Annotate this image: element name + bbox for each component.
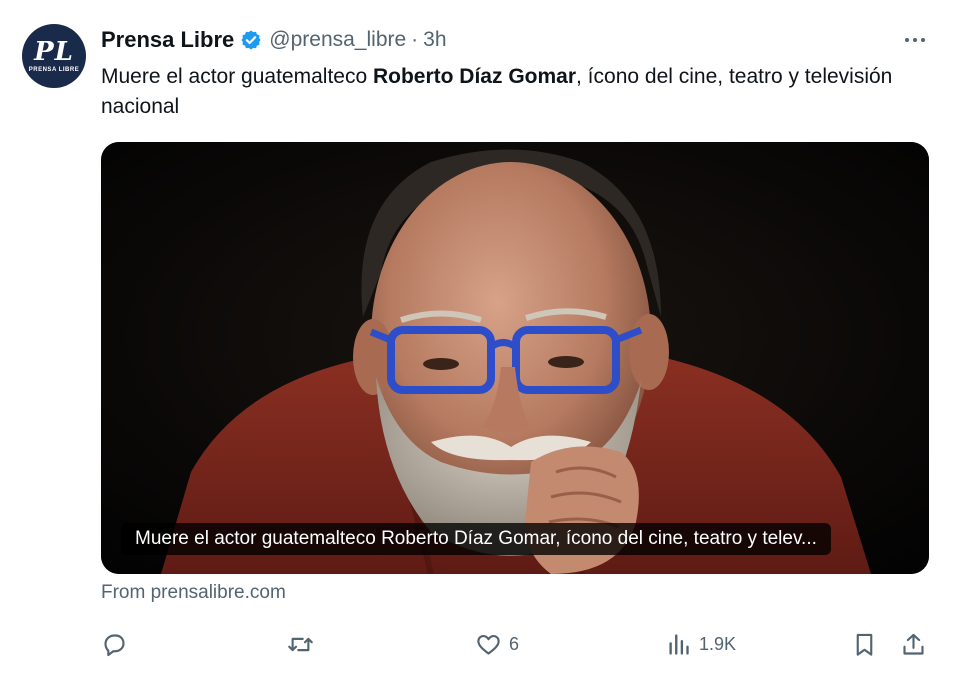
- account-name[interactable]: Prensa Libre: [101, 27, 234, 53]
- bookmark-icon: [856, 633, 873, 656]
- verified-badge-icon[interactable]: [240, 29, 262, 51]
- retweet-icon: [288, 637, 313, 651]
- share-icon: [903, 633, 924, 655]
- link-card-image[interactable]: Muere el actor guatemalteco Roberto Díaz…: [101, 142, 929, 574]
- like-count: 6: [509, 633, 520, 654]
- separator-dot: ·: [411, 28, 419, 51]
- more-options-icon[interactable]: [898, 26, 932, 54]
- avatar-small-text: PRENSA LIBRE: [28, 67, 80, 73]
- tweet-header: Prensa Libre @prensa_libre · 3h: [101, 26, 447, 54]
- action-bar: 6 1.9K: [101, 626, 931, 662]
- bookmark-button[interactable]: [851, 626, 878, 662]
- views-icon: [669, 633, 689, 655]
- tweet-time[interactable]: 3h: [423, 28, 446, 52]
- tweet-card[interactable]: PL PRENSA LIBRE Prensa Libre @prensa_lib…: [0, 0, 960, 693]
- views-button[interactable]: 1.9K: [665, 626, 736, 662]
- reply-icon: [104, 633, 125, 656]
- tweet-text-start: Muere el actor guatemalteco: [101, 65, 373, 88]
- share-button[interactable]: [900, 626, 927, 662]
- account-handle[interactable]: @prensa_libre: [269, 28, 406, 52]
- card-source-link[interactable]: From prensalibre.com: [101, 582, 286, 604]
- tweet-text: Muere el actor guatemalteco Roberto Díaz…: [101, 62, 931, 122]
- tweet-text-bold-name: Roberto Díaz Gomar: [372, 65, 577, 88]
- reply-button[interactable]: [101, 626, 135, 662]
- like-icon: [477, 634, 500, 655]
- views-count: 1.9K: [699, 633, 737, 654]
- retweet-button[interactable]: [287, 626, 321, 662]
- avatar[interactable]: PL PRENSA LIBRE: [22, 24, 86, 88]
- card-caption: Muere el actor guatemalteco Roberto Díaz…: [121, 523, 831, 555]
- actor-photo: [101, 142, 929, 574]
- avatar-monogram: PL: [34, 37, 74, 67]
- like-button[interactable]: 6: [475, 626, 519, 662]
